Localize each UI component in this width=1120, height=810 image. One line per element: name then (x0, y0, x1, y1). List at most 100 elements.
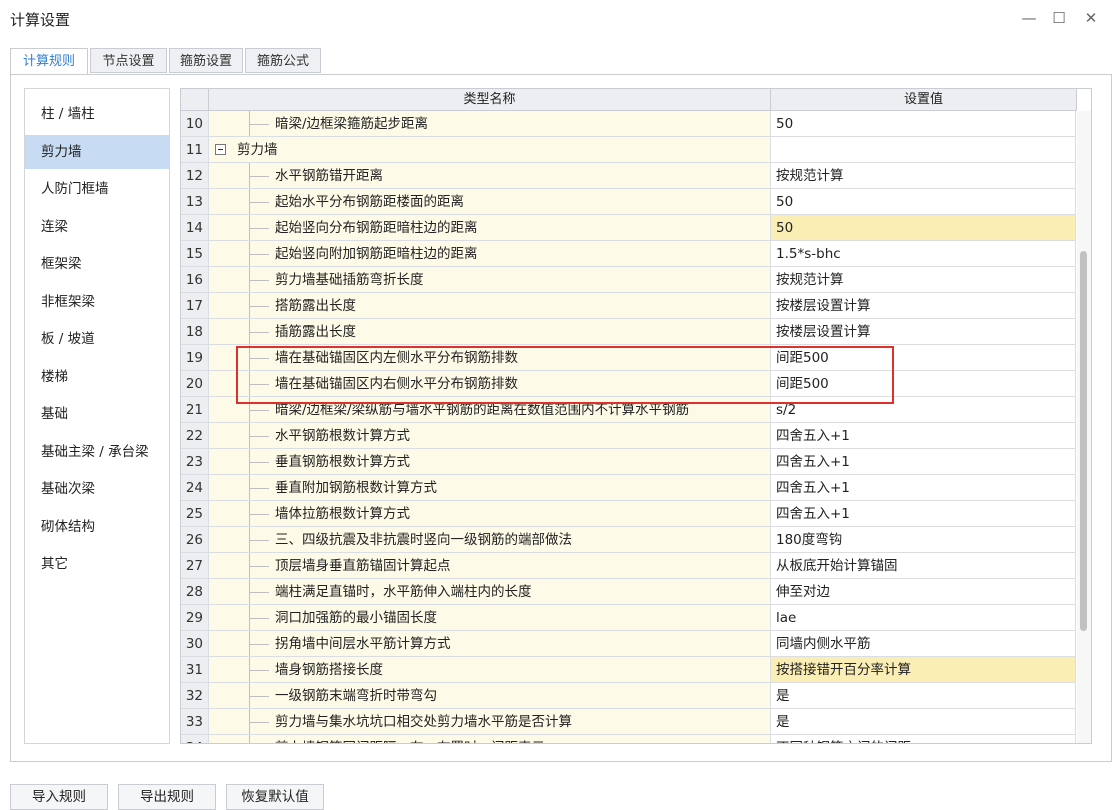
sidebar-item[interactable]: 基础主梁 / 承台梁 (25, 435, 169, 469)
table-row[interactable]: 18 插筋露出长度 按楼层设置计算 (181, 319, 1076, 345)
setting-value-cell[interactable]: 四舍五入+1 (771, 501, 1076, 527)
table-row[interactable]: 15 起始竖向附加钢筋距暗柱边的距离 1.5*s-bhc (181, 241, 1076, 267)
setting-value-cell[interactable]: 不同种钢筋之间的间距 (771, 735, 1076, 743)
minimize-icon[interactable]: — (1016, 6, 1042, 30)
table-row[interactable]: 32 一级钢筋末端弯折时带弯勾 是 (181, 683, 1076, 709)
table-row[interactable]: 25 墙体拉筋根数计算方式 四舍五入+1 (181, 501, 1076, 527)
setting-value-cell[interactable]: 伸至对边 (771, 579, 1076, 605)
setting-value-cell[interactable]: 四舍五入+1 (771, 475, 1076, 501)
type-name-cell[interactable]: 垂直附加钢筋根数计算方式 (209, 475, 771, 501)
table-row[interactable]: 34 剪力墙钢筋同间距隔一布一布置时，间距表示 不同种钢筋之间的间距 (181, 735, 1076, 743)
import-rules-button[interactable]: 导入规则 (10, 784, 108, 810)
sidebar-item[interactable]: 框架梁 (25, 247, 169, 281)
sidebar-item[interactable]: 剪力墙 (25, 134, 169, 169)
table-row[interactable]: 33 剪力墙与集水坑坑口相交处剪力墙水平筋是否计算 是 (181, 709, 1076, 735)
sidebar-item[interactable]: 基础次梁 (25, 472, 169, 506)
table-row[interactable]: 11 剪力墙 (181, 137, 1076, 163)
type-name-cell[interactable]: 暗梁/边框梁箍筋起步距离 (209, 111, 771, 137)
sidebar-item[interactable]: 基础 (25, 397, 169, 431)
setting-value-cell[interactable]: 1.5*s-bhc (771, 241, 1076, 267)
maximize-icon[interactable]: ☐ (1046, 6, 1072, 30)
type-name-cell[interactable]: 搭筋露出长度 (209, 293, 771, 319)
type-name-cell[interactable]: 墙在基础锚固区内右侧水平分布钢筋排数 (209, 371, 771, 397)
type-name-cell[interactable]: 拐角墙中间层水平筋计算方式 (209, 631, 771, 657)
type-name-cell[interactable]: 一级钢筋末端弯折时带弯勾 (209, 683, 771, 709)
setting-value-cell[interactable]: 按规范计算 (771, 163, 1076, 189)
type-name-cell[interactable]: 剪力墙基础插筋弯折长度 (209, 267, 771, 293)
setting-value-cell[interactable]: 按楼层设置计算 (771, 293, 1076, 319)
setting-value-cell[interactable]: 是 (771, 709, 1076, 735)
setting-value-cell[interactable]: 按楼层设置计算 (771, 319, 1076, 345)
table-row[interactable]: 31 墙身钢筋搭接长度 按搭接错开百分率计算 (181, 657, 1076, 683)
tab-stirrup-formula[interactable]: 箍筋公式 (245, 48, 321, 73)
setting-value-cell[interactable]: 50 (771, 111, 1076, 137)
sidebar-item[interactable]: 柱 / 墙柱 (25, 97, 169, 131)
scrollbar-thumb[interactable] (1080, 251, 1087, 631)
vertical-scrollbar[interactable] (1077, 111, 1091, 743)
column-header-type-name[interactable]: 类型名称 (209, 89, 771, 111)
table-row[interactable]: 26 三、四级抗震及非抗震时竖向一级钢筋的端部做法 180度弯钩 (181, 527, 1076, 553)
setting-value-cell[interactable]: 四舍五入+1 (771, 449, 1076, 475)
setting-value-cell[interactable]: 从板底开始计算锚固 (771, 553, 1076, 579)
setting-value-cell[interactable]: 是 (771, 683, 1076, 709)
tab-calc-rules[interactable]: 计算规则 (10, 48, 88, 75)
type-name-cell[interactable]: 垂直钢筋根数计算方式 (209, 449, 771, 475)
table-row[interactable]: 17 搭筋露出长度 按楼层设置计算 (181, 293, 1076, 319)
table-row[interactable]: 28 端柱满足直锚时，水平筋伸入端柱内的长度 伸至对边 (181, 579, 1076, 605)
table-row[interactable]: 21 暗梁/边框梁/梁纵筋与墙水平钢筋的距离在数值范围内不计算水平钢筋 s/2 (181, 397, 1076, 423)
table-row[interactable]: 20 墙在基础锚固区内右侧水平分布钢筋排数 间距500 (181, 371, 1076, 397)
table-row[interactable]: 10 暗梁/边框梁箍筋起步距离 50 (181, 111, 1076, 137)
close-icon[interactable]: ✕ (1078, 6, 1104, 30)
type-name-cell[interactable]: 起始水平分布钢筋距楼面的距离 (209, 189, 771, 215)
type-name-cell[interactable]: 顶层墙身垂直筋锚固计算起点 (209, 553, 771, 579)
tab-node-settings[interactable]: 节点设置 (90, 48, 167, 73)
type-name-cell[interactable]: 水平钢筋根数计算方式 (209, 423, 771, 449)
sidebar-item[interactable]: 人防门框墙 (25, 172, 169, 206)
table-row[interactable]: 24 垂直附加钢筋根数计算方式 四舍五入+1 (181, 475, 1076, 501)
sidebar-item[interactable]: 板 / 坡道 (25, 322, 169, 356)
type-name-cell[interactable]: 暗梁/边框梁/梁纵筋与墙水平钢筋的距离在数值范围内不计算水平钢筋 (209, 397, 771, 423)
table-row[interactable]: 23 垂直钢筋根数计算方式 四舍五入+1 (181, 449, 1076, 475)
type-name-cell[interactable]: 剪力墙与集水坑坑口相交处剪力墙水平筋是否计算 (209, 709, 771, 735)
table-row[interactable]: 27 顶层墙身垂直筋锚固计算起点 从板底开始计算锚固 (181, 553, 1076, 579)
setting-value-cell[interactable]: 同墙内侧水平筋 (771, 631, 1076, 657)
type-name-cell[interactable]: 水平钢筋错开距离 (209, 163, 771, 189)
export-rules-button[interactable]: 导出规则 (118, 784, 216, 810)
setting-value-cell[interactable]: 按规范计算 (771, 267, 1076, 293)
type-name-cell[interactable]: 插筋露出长度 (209, 319, 771, 345)
table-row[interactable]: 29 洞口加强筋的最小锚固长度 lae (181, 605, 1076, 631)
setting-value-cell[interactable]: s/2 (771, 397, 1076, 423)
type-name-cell[interactable]: 洞口加强筋的最小锚固长度 (209, 605, 771, 631)
setting-value-cell[interactable]: 50 (771, 189, 1076, 215)
sidebar-item[interactable]: 楼梯 (25, 360, 169, 394)
setting-value-cell[interactable] (771, 137, 1076, 163)
setting-value-cell[interactable]: lae (771, 605, 1076, 631)
setting-value-cell[interactable]: 间距500 (771, 371, 1076, 397)
tab-stirrup-settings[interactable]: 箍筋设置 (169, 48, 243, 73)
type-name-cell[interactable]: 三、四级抗震及非抗震时竖向一级钢筋的端部做法 (209, 527, 771, 553)
type-name-cell[interactable]: 墙在基础锚固区内左侧水平分布钢筋排数 (209, 345, 771, 371)
column-header-setting-value[interactable]: 设置值 (771, 89, 1077, 111)
table-row[interactable]: 22 水平钢筋根数计算方式 四舍五入+1 (181, 423, 1076, 449)
sidebar-item[interactable]: 连梁 (25, 210, 169, 244)
table-row[interactable]: 30 拐角墙中间层水平筋计算方式 同墙内侧水平筋 (181, 631, 1076, 657)
setting-value-cell[interactable]: 间距500 (771, 345, 1076, 371)
restore-defaults-button[interactable]: 恢复默认值 (226, 784, 324, 810)
sidebar-item[interactable]: 其它 (25, 547, 169, 581)
table-row[interactable]: 19 墙在基础锚固区内左侧水平分布钢筋排数 间距500 (181, 345, 1076, 371)
type-name-cell[interactable]: 墙体拉筋根数计算方式 (209, 501, 771, 527)
type-name-cell[interactable]: 墙身钢筋搭接长度 (209, 657, 771, 683)
collapse-toggle-icon[interactable] (215, 144, 226, 155)
table-row[interactable]: 12 水平钢筋错开距离 按规范计算 (181, 163, 1076, 189)
table-row[interactable]: 14 起始竖向分布钢筋距暗柱边的距离 50 (181, 215, 1076, 241)
table-row[interactable]: 13 起始水平分布钢筋距楼面的距离 50 (181, 189, 1076, 215)
sidebar-item[interactable]: 非框架梁 (25, 285, 169, 319)
setting-value-cell[interactable]: 四舍五入+1 (771, 423, 1076, 449)
setting-value-cell[interactable]: 50 (771, 215, 1076, 241)
setting-value-cell[interactable]: 180度弯钩 (771, 527, 1076, 553)
table-row[interactable]: 16 剪力墙基础插筋弯折长度 按规范计算 (181, 267, 1076, 293)
type-name-cell[interactable]: 端柱满足直锚时，水平筋伸入端柱内的长度 (209, 579, 771, 605)
sidebar-item[interactable]: 砌体结构 (25, 510, 169, 544)
type-name-cell[interactable]: 起始竖向附加钢筋距暗柱边的距离 (209, 241, 771, 267)
type-name-cell[interactable]: 起始竖向分布钢筋距暗柱边的距离 (209, 215, 771, 241)
